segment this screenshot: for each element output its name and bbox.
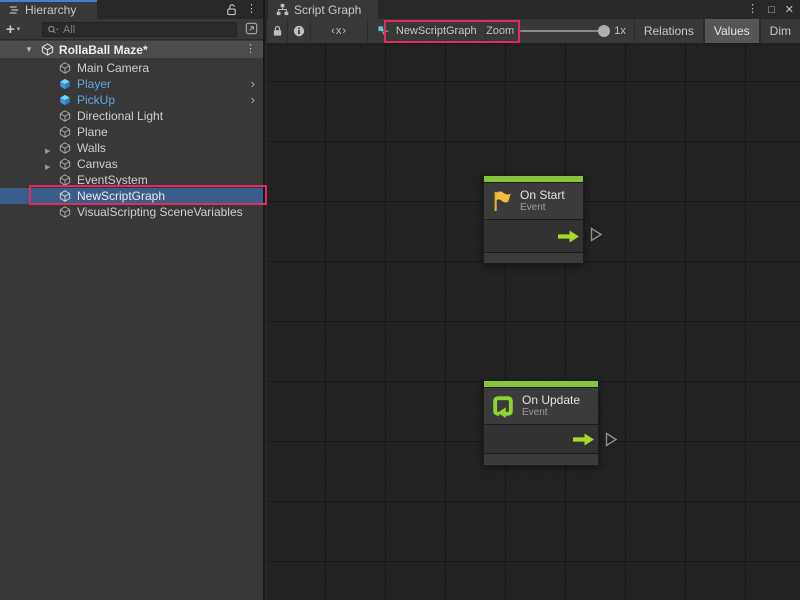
tree-item-canvas[interactable]: ▶ Canvas xyxy=(0,156,263,172)
prefab-cube-icon xyxy=(59,78,71,90)
connection-arrow-icon xyxy=(590,227,603,242)
close-icon[interactable]: ✕ xyxy=(785,3,794,16)
zoom-value: 1x xyxy=(614,25,626,37)
node-title: On Update xyxy=(522,393,580,407)
open-search-window-icon[interactable] xyxy=(244,21,259,36)
scene-header[interactable]: ▼ RollaBall Maze* ⋮ xyxy=(0,41,263,58)
search-input[interactable]: All xyxy=(42,22,237,37)
lock-icon xyxy=(272,25,283,37)
graph-lock-button[interactable] xyxy=(267,19,288,43)
connection-arrow-icon xyxy=(605,432,618,447)
tree-item-eventsystem[interactable]: EventSystem xyxy=(0,172,263,188)
values-toggle-button[interactable]: Values xyxy=(704,19,760,43)
scene-name: RollaBall Maze* xyxy=(59,43,148,57)
zoom-slider[interactable] xyxy=(520,30,608,32)
script-graph-asset-icon xyxy=(377,25,390,38)
unlock-icon[interactable] xyxy=(226,3,237,16)
variables-icon: ‹x› xyxy=(331,25,347,37)
hierarchy-toolbar: + ▾ All xyxy=(0,19,263,40)
unity-editor-window: Hierarchy ⋮ + ▾ All xyxy=(0,0,800,600)
tree-item-main-camera[interactable]: Main Camera xyxy=(0,60,263,76)
node-on-start[interactable]: On Start Event xyxy=(483,175,584,264)
graph-canvas[interactable]: On Start Event xyxy=(267,44,800,600)
gameobject-cube-icon xyxy=(59,110,71,122)
maximize-icon[interactable]: □ xyxy=(768,4,775,16)
blackboard-variables-button[interactable]: ‹x› xyxy=(311,19,369,43)
node-footer xyxy=(484,453,598,465)
tree-item-visualscripting-scenevariables[interactable]: VisualScripting SceneVariables xyxy=(0,204,263,220)
create-object-button[interactable]: + ▾ xyxy=(6,20,20,38)
graph-info-button[interactable] xyxy=(288,19,311,43)
graph-tree-icon xyxy=(276,3,289,16)
zoom-label: Zoom xyxy=(486,25,514,37)
tab-hierarchy[interactable]: Hierarchy xyxy=(0,0,97,19)
trigger-output-port-icon[interactable] xyxy=(573,433,594,446)
tab-script-graph-label: Script Graph xyxy=(294,3,361,17)
tree-item-newscriptgraph[interactable]: NewScriptGraph xyxy=(0,188,263,204)
hierarchy-tree: Main Camera Player › PickUp › Directiona… xyxy=(0,60,263,220)
node-subtitle: Event xyxy=(520,202,565,214)
search-placeholder: All xyxy=(63,24,75,36)
flag-icon xyxy=(491,189,513,213)
node-subtitle: Event xyxy=(522,407,580,419)
graph-breadcrumb-button[interactable]: NewScriptGraph xyxy=(368,19,486,43)
prefab-enter-chevron-icon[interactable]: › xyxy=(251,92,255,108)
loop-icon xyxy=(491,394,515,418)
tree-item-walls[interactable]: ▶ Walls xyxy=(0,140,263,156)
tree-item-pickup[interactable]: PickUp › xyxy=(0,92,263,108)
graph-toolbar: ‹x› NewScriptGraph Zoom 1x Relations Va xyxy=(267,19,800,44)
info-icon xyxy=(293,25,305,37)
breadcrumb-label: NewScriptGraph xyxy=(396,25,477,37)
gameobject-cube-icon xyxy=(59,126,71,138)
gameobject-cube-icon xyxy=(59,174,71,186)
dim-toggle-button[interactable]: Dim xyxy=(760,19,800,43)
trigger-output-port-icon[interactable] xyxy=(558,230,579,243)
hierarchy-menu-icon[interactable]: ⋮ xyxy=(246,4,257,15)
tab-script-graph[interactable]: Script Graph xyxy=(268,0,378,19)
script-graph-panel: Script Graph ⋮ □ ✕ ‹x› xyxy=(267,0,800,600)
gameobject-cube-icon xyxy=(59,62,71,74)
scene-foldout-icon[interactable]: ▼ xyxy=(25,45,33,54)
search-icon xyxy=(47,25,60,35)
relations-toggle-button[interactable]: Relations xyxy=(634,19,704,43)
scene-menu-icon[interactable]: ⋮ xyxy=(245,44,256,55)
gameobject-cube-icon xyxy=(59,206,71,218)
hierarchy-panel: Hierarchy ⋮ + ▾ All xyxy=(0,0,265,600)
tree-item-player[interactable]: Player › xyxy=(0,76,263,92)
gameobject-cube-icon xyxy=(59,190,71,202)
tree-item-directional-light[interactable]: Directional Light xyxy=(0,108,263,124)
zoom-control: Zoom 1x xyxy=(486,19,634,43)
node-on-update[interactable]: On Update Event xyxy=(483,380,599,466)
gameobject-cube-icon xyxy=(59,142,71,154)
caret-down-icon: ▾ xyxy=(17,25,21,33)
gameobject-cube-icon xyxy=(59,158,71,170)
script-graph-tabbar: Script Graph ⋮ □ ✕ xyxy=(267,0,800,19)
zoom-slider-knob[interactable] xyxy=(598,25,610,37)
tab-hierarchy-label: Hierarchy xyxy=(25,3,76,17)
node-footer xyxy=(484,252,583,263)
prefab-cube-icon xyxy=(59,94,71,106)
node-title: On Start xyxy=(520,188,565,202)
focused-tab-accent xyxy=(0,0,97,2)
hierarchy-icon xyxy=(8,4,20,16)
plus-icon: + xyxy=(6,22,15,37)
window-menu-icon[interactable]: ⋮ xyxy=(747,4,758,15)
hierarchy-tabbar: Hierarchy ⋮ xyxy=(0,0,263,19)
unity-scene-icon xyxy=(41,43,54,56)
prefab-enter-chevron-icon[interactable]: › xyxy=(251,76,255,92)
tree-item-plane[interactable]: Plane xyxy=(0,124,263,140)
